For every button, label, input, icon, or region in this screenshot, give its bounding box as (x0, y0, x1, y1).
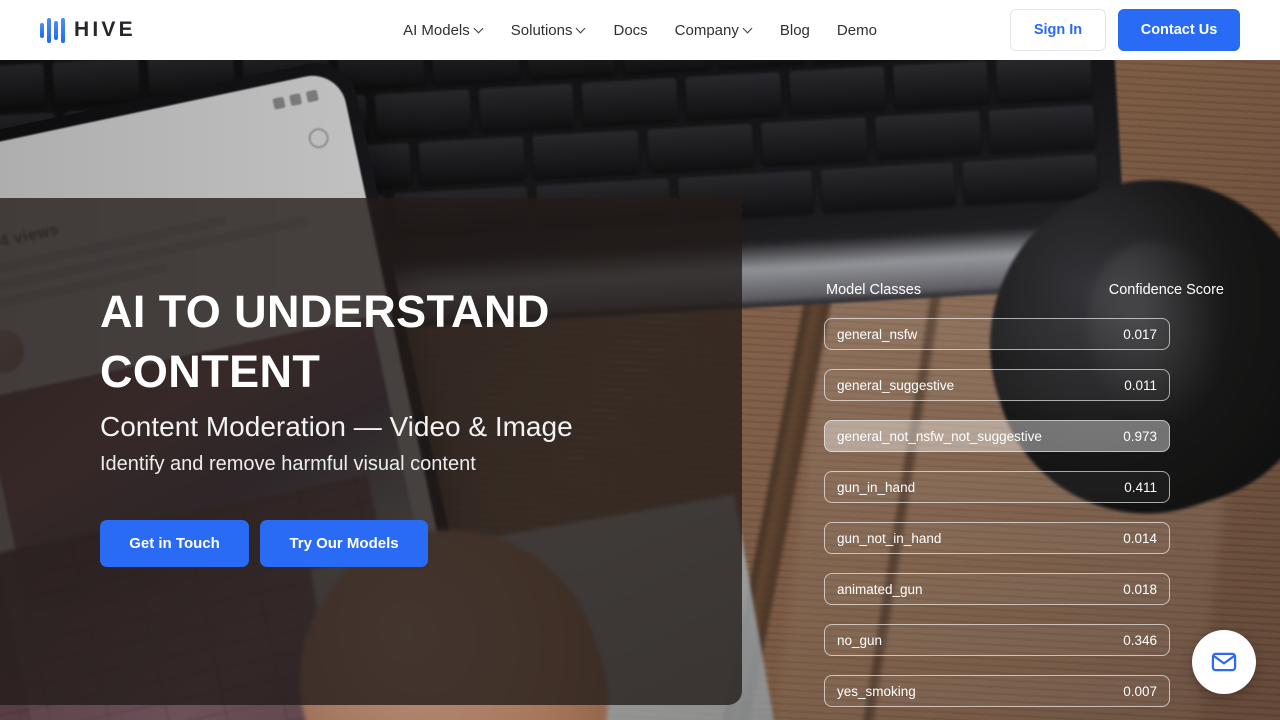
nav-item-demo[interactable]: Demo (837, 22, 877, 39)
header-actions: Sign In Contact Us (1010, 0, 1240, 60)
nav-item-blog[interactable]: Blog (780, 22, 810, 39)
result-confidence-score: 0.007 (1123, 683, 1157, 699)
result-row[interactable]: general_suggestive 0.011 (824, 369, 1170, 401)
result-class-name: gun_in_hand (837, 479, 916, 495)
results-header: Model Classes Confidence Score (824, 282, 1224, 298)
result-confidence-score: 0.018 (1123, 581, 1157, 597)
result-confidence-score: 0.346 (1123, 632, 1157, 648)
col-header-confidence-score: Confidence Score (1108, 282, 1224, 298)
chevron-down-icon (475, 25, 484, 34)
hero-title: AI TO UNDERSTAND CONTENT (100, 286, 550, 397)
nav-item-solutions[interactable]: Solutions (511, 22, 587, 39)
result-confidence-score: 0.017 (1123, 326, 1157, 342)
result-row[interactable]: no_gun 0.346 (824, 624, 1170, 656)
contact-us-button[interactable]: Contact Us (1118, 9, 1240, 51)
contact-mail-fab[interactable] (1192, 630, 1256, 694)
nav-label: Docs (613, 21, 648, 39)
hero-section: 10:26 34,474 views (0, 60, 1280, 720)
get-in-touch-button[interactable]: Get in Touch (100, 520, 249, 567)
results-rows: general_nsfw 0.017 general_suggestive 0.011… (824, 318, 1170, 707)
nav-label: AI Models (403, 21, 470, 39)
site-header: HIVE AI Models Solutions Docs Company Bl… (0, 0, 1280, 60)
result-class-name: animated_gun (837, 581, 923, 597)
nav-item-docs[interactable]: Docs (613, 22, 647, 39)
result-row[interactable]: general_not_nsfw_not_suggestive 0.973 (824, 420, 1170, 452)
nav-item-company[interactable]: Company (675, 22, 753, 39)
model-results-panel: Model Classes Confidence Score general_n… (824, 282, 1224, 720)
result-class-name: yes_smoking (837, 683, 916, 699)
chevron-down-icon (577, 25, 586, 34)
result-class-name: general_suggestive (837, 377, 955, 393)
nav-label: Demo (836, 21, 877, 39)
nav-item-ai-models[interactable]: AI Models (403, 22, 484, 39)
result-row[interactable]: general_nsfw 0.017 (824, 318, 1170, 350)
hero-copy: AI TO UNDERSTAND CONTENT Content Moderat… (100, 282, 740, 567)
nav-label: Blog (779, 21, 810, 39)
hero-tagline: Identify and remove harmful visual conte… (100, 453, 476, 475)
result-confidence-score: 0.014 (1123, 530, 1157, 546)
nav-label: Company (674, 21, 739, 39)
col-header-model-classes: Model Classes (826, 282, 922, 298)
result-row[interactable]: gun_not_in_hand 0.014 (824, 522, 1170, 554)
chevron-down-icon (744, 25, 753, 34)
hero-subtitle: Content Moderation — Video & Image (100, 411, 573, 442)
result-class-name: general_nsfw (837, 326, 918, 342)
result-class-name: gun_not_in_hand (837, 530, 942, 546)
result-class-name: no_gun (837, 632, 883, 648)
try-our-models-button[interactable]: Try Our Models (260, 520, 428, 567)
nav-label: Solutions (510, 21, 573, 39)
result-row[interactable]: yes_smoking 0.007 (824, 675, 1170, 707)
result-row[interactable]: animated_gun 0.018 (824, 573, 1170, 605)
mail-icon (1211, 652, 1237, 672)
result-confidence-score: 0.411 (1124, 479, 1157, 495)
result-confidence-score: 0.973 (1123, 428, 1157, 444)
result-class-name: general_not_nsfw_not_suggestive (837, 428, 1042, 444)
result-confidence-score: 0.011 (1124, 377, 1157, 393)
result-row[interactable]: gun_in_hand 0.411 (824, 471, 1170, 503)
hero-cta-row: Get in Touch Try Our Models (100, 520, 740, 567)
sign-in-button[interactable]: Sign In (1010, 9, 1106, 51)
